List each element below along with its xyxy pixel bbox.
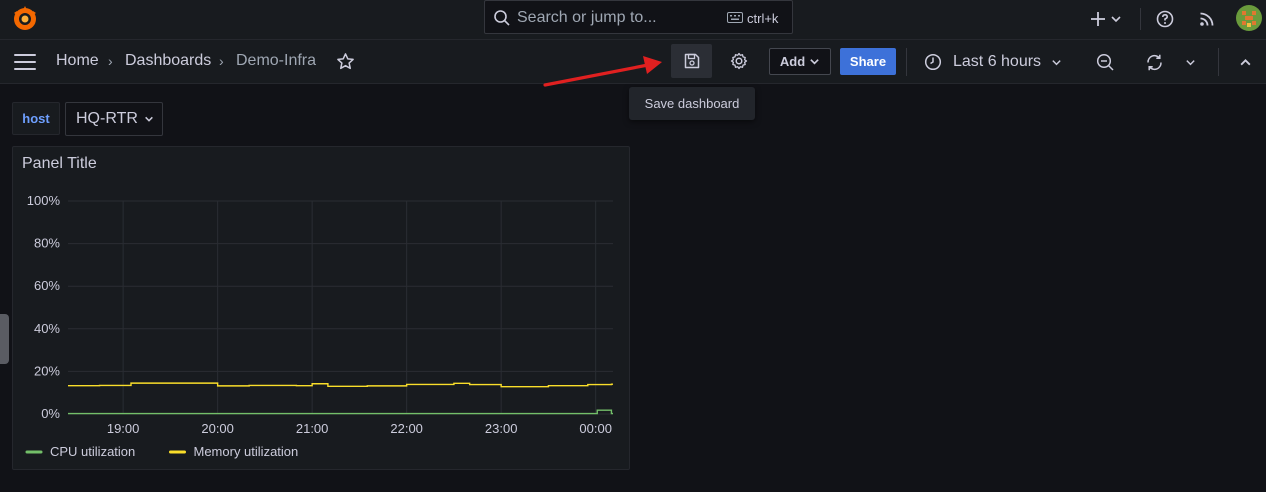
zoom-out-button[interactable] — [1094, 51, 1116, 73]
host-variable-select[interactable]: HQ-RTR — [65, 102, 163, 136]
variable-label: host — [12, 102, 60, 135]
x-tick-label: 22:00 — [390, 421, 423, 436]
news-button[interactable] — [1196, 8, 1218, 30]
top-bar: Search or jump to... ctrl+k — [0, 0, 1266, 40]
refresh-icon — [1146, 54, 1162, 70]
breadcrumb-separator: › — [219, 53, 224, 69]
toolbar-divider — [906, 48, 907, 76]
avatar-icon — [1236, 5, 1262, 31]
search-shortcut: ctrl+k — [747, 11, 779, 26]
variable-value: HQ-RTR — [76, 110, 138, 127]
y-tick-label: 0% — [41, 406, 60, 421]
chevron-down-icon — [1111, 16, 1121, 23]
legend-item: CPU utilization — [50, 444, 135, 459]
refresh-button[interactable] — [1143, 51, 1165, 73]
top-divider — [1140, 8, 1141, 30]
help-button[interactable] — [1154, 8, 1176, 30]
chevron-up-icon — [1240, 58, 1250, 65]
breadcrumb-separator: › — [108, 53, 113, 69]
add-button-label: Add — [779, 54, 806, 69]
y-tick-label: 60% — [34, 278, 60, 293]
chevron-down-icon — [145, 116, 153, 122]
search-input[interactable]: Search or jump to... ctrl+k — [484, 0, 793, 34]
gear-icon — [730, 52, 748, 70]
breadcrumb-dashboards[interactable]: Dashboards — [125, 52, 211, 70]
refresh-interval-button[interactable] — [1182, 55, 1198, 69]
keyboard-icon — [727, 12, 743, 23]
save-dashboard-button[interactable] — [671, 44, 712, 78]
series-line — [68, 409, 613, 415]
time-series-panel[interactable]: Panel Title 100% 80% 60% 40% 20% 0% 19:00 20:00… — [12, 146, 630, 470]
x-tick-label: 23:00 — [485, 421, 518, 436]
time-range-picker[interactable]: Last 6 hours — [924, 49, 1062, 75]
x-tick-label: 00:00 — [579, 421, 612, 436]
series-line — [68, 382, 613, 388]
sidebar-dock-handle[interactable] — [0, 314, 9, 364]
menu-toggle-icon[interactable] — [14, 54, 36, 70]
y-tick-label: 100% — [27, 193, 61, 208]
star-icon[interactable] — [336, 52, 355, 71]
breadcrumb-current: Demo-Infra — [236, 52, 317, 69]
add-button[interactable]: Add — [769, 48, 831, 75]
save-dashboard-tooltip: Save dashboard — [629, 87, 755, 120]
new-menu-button[interactable] — [1088, 8, 1124, 30]
chevron-down-icon — [1185, 59, 1195, 65]
user-avatar[interactable] — [1236, 5, 1262, 31]
help-icon — [1156, 10, 1174, 28]
search-icon — [494, 10, 510, 26]
y-tick-label: 40% — [34, 321, 60, 336]
chevron-down-icon — [1052, 59, 1061, 65]
toolbar-divider — [1218, 48, 1219, 76]
breadcrumb-home[interactable]: Home — [56, 52, 99, 70]
y-tick-label: 20% — [34, 363, 60, 378]
clock-icon — [924, 53, 942, 71]
x-tick-label: 20:00 — [201, 421, 234, 436]
annotation-arrow-icon — [543, 56, 662, 87]
collapse-button[interactable] — [1237, 55, 1253, 69]
grafana-logo-icon[interactable] — [11, 5, 39, 33]
rss-icon — [1200, 12, 1214, 26]
zoom-out-icon — [1096, 53, 1114, 71]
legend-item: Memory utilization — [194, 444, 299, 459]
save-icon — [684, 53, 699, 69]
time-series-chart: 100% 80% 60% 40% 20% 0% 19:00 20:00 21:00 22:00 23… — [25, 193, 613, 459]
search-placeholder: Search or jump to... — [517, 9, 657, 26]
dashboard-settings-button[interactable] — [727, 49, 751, 73]
y-tick-label: 80% — [34, 236, 60, 251]
chevron-down-icon — [810, 59, 819, 65]
x-tick-label: 19:00 — [107, 421, 140, 436]
plus-icon — [1091, 12, 1105, 26]
time-range-label: Last 6 hours — [953, 53, 1042, 70]
x-tick-label: 21:00 — [296, 421, 329, 436]
share-button[interactable]: Share — [840, 48, 896, 75]
